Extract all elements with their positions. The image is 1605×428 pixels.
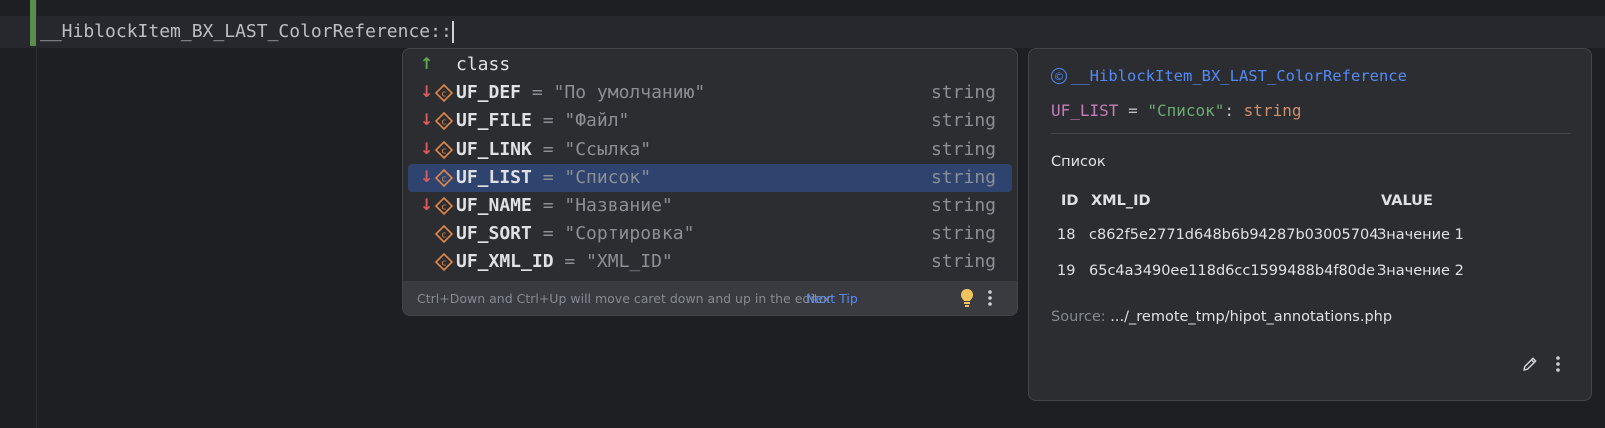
table-cell: Значение 1	[1377, 227, 1464, 243]
sig-colon: :	[1224, 101, 1244, 120]
arrow-down-icon: ↓	[420, 110, 434, 130]
doc-class-title[interactable]: © __HiblockItem_BX_LAST_ColorReference	[1051, 67, 1407, 85]
item-label: UF_NAME	[456, 195, 532, 216]
table-cell: 19	[1057, 263, 1076, 279]
svg-text:c: c	[442, 231, 447, 241]
completion-footer: Ctrl+Down and Ctrl+Up will move caret do…	[403, 281, 1017, 315]
constant-icon: c	[435, 84, 453, 103]
arrow-down-icon: ↓	[420, 82, 434, 102]
item-type: string	[930, 138, 996, 160]
sig-constant-name: UF_LIST	[1051, 101, 1119, 120]
item-label: UF_SORT	[456, 223, 532, 245]
completion-item[interactable]: c UF_SORT = "Сортировка" string	[408, 220, 1012, 248]
item-value-hint: = "Ссылка"	[531, 138, 652, 160]
completion-popup: ↑ class ↓ c UF_DEF = "По умолчанию" string ↓ c U…	[402, 48, 1018, 316]
table-header-xml-id: XML_ID	[1091, 193, 1151, 209]
sig-type: string	[1243, 101, 1302, 120]
table-cell: c862f5e2771d648b6b94287b03005704	[1089, 227, 1379, 243]
vcs-change-marker[interactable]	[30, 0, 36, 46]
completion-item-name: UF_NAME = "Название"	[456, 195, 673, 216]
code-text[interactable]: __HiblockItem_BX_LAST_ColorReference::	[40, 21, 452, 42]
item-value-hint: = "Сортировка"	[531, 223, 695, 245]
more-options-icon[interactable]	[987, 289, 993, 307]
item-label: class	[456, 54, 511, 75]
completion-item[interactable]: ↑ class	[408, 51, 1012, 79]
item-value-hint: = "XML_ID"	[553, 251, 673, 273]
item-type: string	[930, 166, 996, 188]
arrow-up-icon: ↑	[420, 54, 434, 73]
pencil-icon[interactable]	[1521, 355, 1539, 373]
table-header-id: ID	[1061, 193, 1079, 209]
completion-item[interactable]: ↓ c UF_LINK = "Ссылка" string	[408, 136, 1012, 164]
completion-item-name: UF_DEF = "По умолчанию"	[456, 82, 705, 103]
sig-equals: =	[1118, 101, 1148, 120]
item-type: string	[930, 110, 996, 132]
item-type: string	[930, 251, 996, 273]
table-header-value: VALUE	[1381, 193, 1433, 209]
lightbulb-icon[interactable]	[959, 288, 975, 308]
constant-icon: c	[435, 197, 453, 215]
svg-text:c: c	[442, 203, 447, 213]
documentation-popup: © __HiblockItem_BX_LAST_ColorReference UF…	[1028, 48, 1592, 401]
footer-hint-text: Ctrl+Down and Ctrl+Up will move caret do…	[417, 291, 832, 306]
constant-icon: c	[435, 140, 453, 159]
next-tip-link[interactable]: Next Tip	[806, 291, 858, 306]
completion-item[interactable]: ↓ c UF_NAME = "Название" string	[408, 192, 1012, 220]
item-value-hint: = "По умолчанию"	[521, 82, 706, 104]
item-type: string	[930, 223, 996, 245]
completion-item[interactable]: ↓ c UF_FILE = "Файл" string	[408, 107, 1012, 135]
completion-item-name: class	[456, 54, 510, 75]
item-value-hint: = "Файл"	[531, 110, 630, 132]
item-value-hint: = "Список"	[531, 166, 652, 188]
svg-text:c: c	[442, 118, 447, 128]
constant-icon: c	[435, 253, 453, 272]
doc-signature: UF_LIST = "Список": string	[1051, 101, 1301, 120]
constant-icon: c	[435, 168, 453, 187]
editor-code-line[interactable]: __HiblockItem_BX_LAST_ColorReference::	[40, 21, 454, 43]
completion-item-name: UF_FILE = "Файл"	[456, 110, 629, 131]
constant-icon: c	[435, 112, 453, 131]
table-cell: Значение 2	[1377, 263, 1464, 279]
completion-item[interactable]: ↓ c UF_LIST = "Список" string	[408, 163, 1012, 192]
item-type: string	[930, 195, 996, 216]
arrow-down-icon: ↓	[420, 195, 434, 214]
svg-text:c: c	[442, 259, 447, 269]
doc-description: Список	[1051, 154, 1106, 170]
table-cell: 18	[1057, 227, 1076, 243]
svg-text:c: c	[442, 146, 447, 156]
svg-text:c: c	[442, 174, 447, 184]
svg-text:c: c	[442, 90, 447, 100]
completion-item-name: UF_LIST = "Список"	[456, 167, 651, 188]
sig-value: "Список"	[1147, 101, 1225, 120]
item-value-hint: = "Название"	[531, 195, 673, 216]
source-label: Source:	[1051, 309, 1106, 325]
more-options-icon[interactable]	[1555, 355, 1561, 373]
constant-icon: c	[435, 225, 453, 244]
item-label: UF_FILE	[456, 110, 532, 132]
item-label: UF_DEF	[456, 82, 522, 104]
item-type: string	[930, 82, 996, 104]
class-icon: ©	[1051, 68, 1067, 84]
source-path-link[interactable]: .../_remote_tmp/hipot_annotations.php	[1110, 309, 1392, 325]
item-label: UF_XML_ID	[456, 251, 554, 273]
table-cell: 65c4a3490ee118d6cc1599488b4f80de	[1089, 263, 1376, 279]
editor-gutter-divider	[36, 0, 37, 428]
item-label: UF_LINK	[456, 138, 532, 160]
item-label: UF_LIST	[456, 166, 532, 188]
completion-item-name: UF_SORT = "Сортировка"	[456, 223, 694, 244]
completion-item-name: UF_LINK = "Ссылка"	[456, 139, 651, 160]
text-caret	[451, 21, 454, 43]
arrow-down-icon: ↓	[420, 138, 434, 158]
doc-separator	[1051, 133, 1571, 134]
completion-item[interactable]: ↓ c UF_DEF = "По умолчанию" string	[408, 79, 1012, 107]
doc-source-line: Source: .../_remote_tmp/hipot_annotation…	[1051, 309, 1392, 325]
arrow-down-icon: ↓	[420, 166, 434, 186]
completion-item[interactable]: c UF_XML_ID = "XML_ID" string	[408, 248, 1012, 276]
completion-item-name: UF_XML_ID = "XML_ID"	[456, 251, 673, 272]
doc-class-name[interactable]: __HiblockItem_BX_LAST_ColorReference	[1071, 67, 1407, 85]
